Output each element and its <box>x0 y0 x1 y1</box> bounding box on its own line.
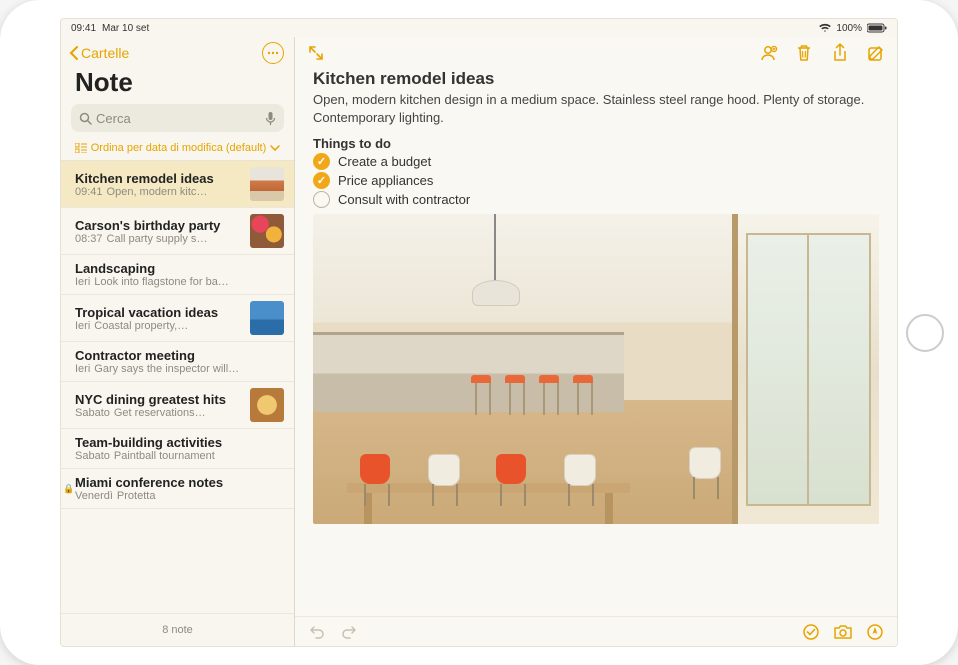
status-date: Mar 10 set <box>102 23 149 34</box>
note-item-subtitle: IeriLook into flagstone for ba… <box>75 276 284 288</box>
status-bar: 09:41 Mar 10 set 100% <box>61 19 897 37</box>
note-item-subtitle: IeriCoastal property,… <box>75 320 242 332</box>
note-item-subtitle: 09:41Open, modern kitc… <box>75 186 242 198</box>
note-section-heading[interactable]: Things to do <box>313 136 879 151</box>
note-body[interactable]: Kitchen remodel ideas Open, modern kitch… <box>295 69 897 616</box>
back-button[interactable]: Cartelle <box>69 45 129 61</box>
camera-button[interactable] <box>833 622 853 642</box>
battery-percent: 100% <box>836 23 862 34</box>
search-icon <box>79 112 92 125</box>
note-editor: Kitchen remodel ideas Open, modern kitch… <box>295 37 897 646</box>
screen: 09:41 Mar 10 set 100% Cartelle <box>60 18 898 647</box>
todo-label: Consult with contractor <box>338 192 470 207</box>
home-button[interactable] <box>906 314 944 352</box>
expand-button[interactable] <box>305 42 327 64</box>
todo-row[interactable]: Consult with contractor <box>313 191 879 208</box>
note-image[interactable] <box>313 214 879 524</box>
note-item-subtitle: SabatoGet reservations… <box>75 407 242 419</box>
note-item-thumbnail <box>250 388 284 422</box>
search-placeholder: Cerca <box>96 111 265 126</box>
note-list-item[interactable]: Contractor meetingIeriGary says the insp… <box>61 342 294 382</box>
wifi-icon <box>819 23 831 33</box>
ipad-device: 09:41 Mar 10 set 100% Cartelle <box>0 0 958 665</box>
note-item-subtitle: 08:37Call party supply s… <box>75 233 242 245</box>
status-time: 09:41 <box>71 23 96 34</box>
note-item-subtitle: VenerdìProtetta <box>75 490 284 502</box>
sidebar: Cartelle Note Cerca Ordina per data di m… <box>61 37 295 646</box>
note-item-title: Team-building activities <box>75 435 284 450</box>
note-list-item[interactable]: 🔒Miami conference notesVenerdìProtetta <box>61 469 294 509</box>
more-button[interactable] <box>262 42 284 64</box>
note-item-title: NYC dining greatest hits <box>75 392 242 407</box>
todo-row[interactable]: Create a budget <box>313 153 879 170</box>
sort-label: Ordina per data di modifica (default) <box>91 142 266 154</box>
note-item-thumbnail <box>250 214 284 248</box>
note-item-subtitle: SabatoPaintball tournament <box>75 450 284 462</box>
todo-label: Create a budget <box>338 154 431 169</box>
battery-icon <box>867 23 887 33</box>
ellipsis-icon <box>267 51 279 55</box>
note-item-title: Landscaping <box>75 261 284 276</box>
todo-label: Price appliances <box>338 173 433 188</box>
note-list-item[interactable]: Carson's birthday party08:37Call party s… <box>61 208 294 255</box>
main-toolbar <box>295 37 897 69</box>
note-list-item[interactable]: NYC dining greatest hitsSabatoGet reserv… <box>61 382 294 429</box>
note-list-item[interactable]: Kitchen remodel ideas09:41Open, modern k… <box>61 161 294 208</box>
search-input[interactable]: Cerca <box>71 104 284 132</box>
share-button[interactable] <box>829 42 851 64</box>
notes-list[interactable]: Kitchen remodel ideas09:41Open, modern k… <box>61 161 294 613</box>
sidebar-title: Note <box>61 67 294 104</box>
sort-icon <box>75 143 87 153</box>
note-title[interactable]: Kitchen remodel ideas <box>313 69 879 89</box>
markup-button[interactable] <box>865 622 885 642</box>
undo-button[interactable] <box>307 622 327 642</box>
note-list-item[interactable]: Team-building activitiesSabatoPaintball … <box>61 429 294 469</box>
chevron-down-icon <box>270 145 280 151</box>
todo-checkbox[interactable] <box>313 153 330 170</box>
note-item-title: Carson's birthday party <box>75 218 242 233</box>
lock-icon: 🔒 <box>63 483 74 494</box>
sidebar-footer: 8 note <box>61 613 294 646</box>
todo-checkbox[interactable] <box>313 191 330 208</box>
todo-row[interactable]: Price appliances <box>313 172 879 189</box>
mic-icon[interactable] <box>265 111 276 126</box>
note-item-thumbnail <box>250 167 284 201</box>
note-list-item[interactable]: LandscapingIeriLook into flagstone for b… <box>61 255 294 295</box>
note-item-thumbnail <box>250 301 284 335</box>
note-list-item[interactable]: Tropical vacation ideasIeriCoastal prope… <box>61 295 294 342</box>
note-paragraph[interactable]: Open, modern kitchen design in a medium … <box>313 91 879 126</box>
note-item-title: Contractor meeting <box>75 348 284 363</box>
note-item-title: Tropical vacation ideas <box>75 305 242 320</box>
redo-button[interactable] <box>339 622 359 642</box>
delete-button[interactable] <box>793 42 815 64</box>
note-item-title: Miami conference notes <box>75 475 284 490</box>
back-label: Cartelle <box>81 45 129 61</box>
sort-button[interactable]: Ordina per data di modifica (default) <box>61 140 294 161</box>
checklist-button[interactable] <box>801 622 821 642</box>
todo-checkbox[interactable] <box>313 172 330 189</box>
note-item-subtitle: IeriGary says the inspector will… <box>75 363 284 375</box>
bottom-toolbar <box>295 616 897 646</box>
compose-button[interactable] <box>865 42 887 64</box>
collaborate-button[interactable] <box>757 42 779 64</box>
chevron-left-icon <box>69 46 79 60</box>
note-item-title: Kitchen remodel ideas <box>75 171 242 186</box>
